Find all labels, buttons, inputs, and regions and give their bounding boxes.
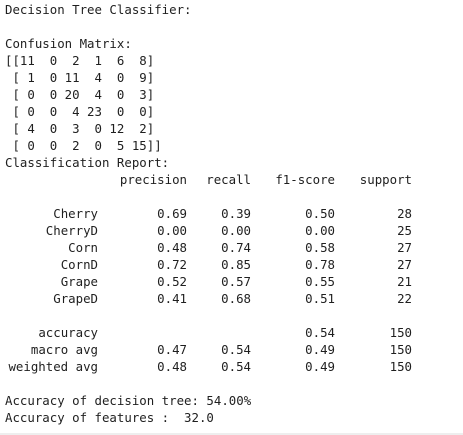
classification-report-label: Classification Report: — [5, 155, 170, 170]
precision-value: 0.72 — [157, 257, 187, 272]
support-value: 150 — [389, 342, 412, 357]
confusion-matrix-row: [[11 0 2 1 6 8] — [5, 53, 155, 68]
header-support: support — [359, 172, 412, 187]
f1-value: 0.58 — [305, 240, 335, 255]
header-precision: precision — [119, 172, 187, 187]
f1-value: 0.50 — [305, 206, 335, 221]
recall-value: 0.54 — [221, 342, 251, 357]
precision-value: 0.69 — [157, 206, 187, 221]
console-output: Decision Tree Classifier: Confusion Matr… — [5, 1, 461, 433]
support-value: 25 — [397, 223, 412, 238]
class-label: Corn — [68, 240, 98, 255]
support-value: 22 — [397, 291, 412, 306]
support-value: 21 — [397, 274, 412, 289]
f1-value: 0.51 — [305, 291, 335, 306]
output-title: Decision Tree Classifier: — [5, 2, 192, 17]
class-label: CornD — [60, 257, 98, 272]
support-value: 150 — [389, 325, 412, 340]
confusion-matrix: [[11 0 2 1 6 8] [ 1 0 11 4 0 9] [ 0 0 20… — [5, 52, 461, 154]
support-value: 27 — [397, 240, 412, 255]
recall-value: 0.74 — [221, 240, 251, 255]
confusion-matrix-row: [ 0 0 4 23 0 0] — [5, 104, 155, 119]
summary-label: accuracy — [38, 325, 98, 340]
report-row-cherryd: CherryD 0.00 0.00 0.00 25 — [5, 222, 461, 239]
class-label: GrapeD — [53, 291, 98, 306]
class-label: Cherry — [53, 206, 98, 221]
f1-value: 0.55 — [305, 274, 335, 289]
confusion-matrix-label: Confusion Matrix: — [5, 36, 132, 51]
confusion-matrix-row: [ 0 0 2 0 5 15]] — [5, 138, 162, 153]
recall-value: 0.39 — [221, 206, 251, 221]
report-row-corn: Corn 0.48 0.74 0.58 27 — [5, 239, 461, 256]
report-row-accuracy: accuracy 0.54 150 — [5, 324, 461, 341]
recall-value: 0.00 — [221, 223, 251, 238]
recall-value: 0.57 — [221, 274, 251, 289]
summary-label: weighted avg — [8, 359, 98, 374]
confusion-matrix-row: [ 4 0 3 0 12 2] — [5, 121, 155, 136]
f1-value: 0.49 — [305, 342, 335, 357]
f1-value: 0.54 — [305, 325, 335, 340]
summary-label: macro avg — [30, 342, 98, 357]
report-row-cherry: Cherry 0.69 0.39 0.50 28 — [5, 205, 461, 222]
precision-value: 0.00 — [157, 223, 187, 238]
classification-report: precision recall f1-score support Cherry… — [5, 171, 461, 375]
precision-value: 0.47 — [157, 342, 187, 357]
recall-value: 0.68 — [221, 291, 251, 306]
report-row-macro-avg: macro avg 0.47 0.54 0.49 150 — [5, 341, 461, 358]
precision-value: 0.52 — [157, 274, 187, 289]
header-f1-score: f1-score — [275, 172, 335, 187]
class-label: Grape — [60, 274, 98, 289]
support-value: 27 — [397, 257, 412, 272]
report-header-row: precision recall f1-score support — [5, 171, 461, 188]
decision-tree-accuracy-line: Accuracy of decision tree: 54.00% — [5, 393, 252, 408]
f1-value: 0.49 — [305, 359, 335, 374]
support-value: 28 — [397, 206, 412, 221]
header-recall: recall — [206, 172, 251, 187]
recall-value: 0.54 — [221, 359, 251, 374]
confusion-matrix-row: [ 0 0 20 4 0 3] — [5, 87, 155, 102]
f1-value: 0.00 — [305, 223, 335, 238]
report-row-graped: GrapeD 0.41 0.68 0.51 22 — [5, 290, 461, 307]
precision-value: 0.48 — [157, 359, 187, 374]
recall-value: 0.85 — [221, 257, 251, 272]
f1-value: 0.78 — [305, 257, 335, 272]
precision-value: 0.48 — [157, 240, 187, 255]
class-label: CherryD — [45, 223, 98, 238]
report-row-grape: Grape 0.52 0.57 0.55 21 — [5, 273, 461, 290]
confusion-matrix-row: [ 1 0 11 4 0 9] — [5, 70, 155, 85]
report-row-cornd: CornD 0.72 0.85 0.78 27 — [5, 256, 461, 273]
features-accuracy-line: Accuracy of features : 32.0 — [5, 410, 214, 425]
report-row-weighted-avg: weighted avg 0.48 0.54 0.49 150 — [5, 358, 461, 375]
support-value: 150 — [389, 359, 412, 374]
precision-value: 0.41 — [157, 291, 187, 306]
